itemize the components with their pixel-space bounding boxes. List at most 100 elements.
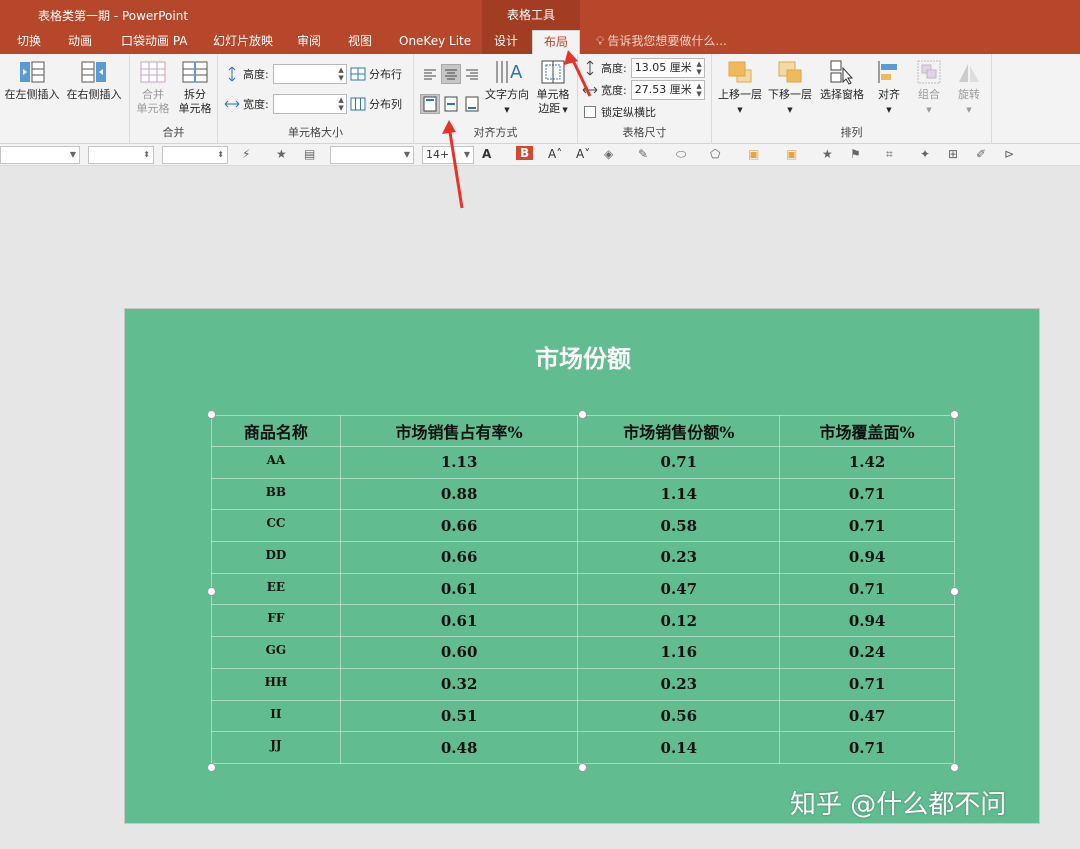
resize-handle-bottom-left[interactable]	[207, 763, 216, 772]
table-cell[interactable]: 0.71	[779, 572, 955, 606]
product-name-cell[interactable]: AA	[211, 446, 341, 479]
size-spinner-1[interactable]: ⬍	[88, 146, 154, 164]
resize-handle-left[interactable]	[207, 587, 216, 596]
format-painter-icon[interactable]: ⚑	[850, 147, 861, 161]
size-spinner-2[interactable]: ⬍	[162, 146, 228, 164]
table-row[interactable]: AA 1.13 0.71 1.42	[211, 446, 955, 479]
product-name-cell[interactable]: DD	[211, 541, 341, 574]
table-cell[interactable]: 1.42	[779, 446, 955, 479]
tab-design[interactable]: 设计	[494, 30, 518, 54]
resize-handle-bottom-right[interactable]	[950, 763, 959, 772]
fill-color-icon[interactable]: ◈	[604, 147, 613, 161]
table-cell[interactable]: 0.12	[577, 604, 781, 638]
bring-forward-mini-icon[interactable]: ▣	[748, 147, 759, 161]
table-cell[interactable]: 0.60	[339, 636, 579, 669]
resize-handle-bottom[interactable]	[578, 763, 587, 772]
camera-icon[interactable]: ⊳	[1004, 147, 1014, 161]
table-cell[interactable]: 1.13	[339, 446, 579, 479]
table-cell[interactable]: 0.66	[339, 509, 579, 543]
increase-font-icon[interactable]: A˄	[548, 147, 562, 161]
align-left-button[interactable]	[420, 64, 440, 84]
table-cell[interactable]: 0.66	[339, 541, 579, 574]
table-row[interactable]: CC 0.66 0.58 0.71	[211, 509, 955, 543]
slide-title[interactable]: 市场份额	[125, 339, 1041, 374]
style-dropdown[interactable]: ▼	[0, 146, 80, 164]
table-cell[interactable]: 0.94	[779, 604, 955, 638]
resize-handle-right[interactable]	[950, 587, 959, 596]
bring-forward-button[interactable]: 上移一层 ▼	[716, 58, 764, 117]
table-cell[interactable]: 0.56	[577, 699, 781, 733]
table-cell[interactable]: 0.94	[779, 541, 955, 574]
rotate-button[interactable]: 旋转 ▼	[950, 58, 988, 117]
tab-transitions[interactable]: 切换	[17, 30, 41, 54]
animation-icon[interactable]: ✦	[920, 147, 930, 161]
align-center-button[interactable]	[441, 64, 461, 84]
spinner-arrows-icon[interactable]: ▲ ▼	[338, 66, 343, 82]
spinner-arrows-icon[interactable]: ▲ ▼	[338, 96, 343, 112]
tab-animations[interactable]: 动画	[68, 30, 92, 54]
table-cell[interactable]: 1.14	[577, 477, 781, 511]
table-cell[interactable]: 0.14	[577, 731, 781, 764]
table-row[interactable]: JJ 0.48 0.14 0.71	[211, 731, 955, 764]
align-top-button[interactable]	[420, 94, 440, 114]
distribute-columns-button[interactable]: 分布列	[350, 96, 402, 112]
decrease-font-icon[interactable]: A˅	[576, 147, 590, 161]
font-color-icon[interactable]: A	[482, 147, 491, 161]
tab-onekey-lite[interactable]: OneKey Lite	[399, 30, 471, 54]
lock-aspect-ratio-checkbox[interactable]	[584, 106, 596, 118]
tab-slideshow[interactable]: 幻灯片放映	[213, 30, 273, 54]
table-cell[interactable]: 0.71	[577, 446, 781, 479]
tab-review[interactable]: 审阅	[297, 30, 321, 54]
header-cell[interactable]: 市场销售占有率%	[339, 415, 579, 447]
cell-margins-button[interactable]: 单元格 边距 ▼	[532, 58, 574, 117]
slide[interactable]: 市场份额 商品名称 市场销售占有率% 市场销售份额% 市场覆盖面% AA 1.1…	[124, 308, 1040, 824]
table-header-row[interactable]: 商品名称 市场销售占有率% 市场销售份额% 市场覆盖面%	[211, 415, 955, 447]
table-cell[interactable]: 0.71	[779, 667, 955, 701]
table-cell[interactable]: 0.47	[577, 572, 781, 606]
table-cell[interactable]: 0.24	[779, 636, 955, 669]
table-row[interactable]: BB 0.88 1.14 0.71	[211, 477, 955, 511]
align-middle-button[interactable]	[441, 94, 461, 114]
shape-effects-icon[interactable]: ⬭	[676, 147, 686, 162]
table-cell[interactable]: 0.23	[577, 541, 781, 574]
table-cell[interactable]: 0.71	[779, 731, 955, 764]
table-cell[interactable]: 0.88	[339, 477, 579, 511]
table-cell[interactable]: 0.51	[339, 699, 579, 733]
market-share-table[interactable]: 商品名称 市场销售占有率% 市场销售份额% 市场覆盖面% AA 1.13 0.7…	[211, 415, 955, 764]
resize-handle-top-left[interactable]	[207, 410, 216, 419]
star-icon[interactable]: ★	[276, 147, 287, 161]
header-cell[interactable]: 市场覆盖面%	[779, 415, 955, 447]
insert-right-button[interactable]: 在右侧插入	[64, 58, 124, 102]
table-width-input[interactable]: 27.53 厘米 ▲ ▼	[630, 80, 705, 100]
tell-me-search[interactable]: 💡︎ 告诉我您想要做什么...	[596, 30, 727, 54]
send-backward-button[interactable]: 下移一层 ▼	[766, 58, 814, 117]
table-cell[interactable]: 0.71	[779, 477, 955, 511]
shape-icon[interactable]: ⬠	[710, 147, 720, 161]
tab-view[interactable]: 视图	[348, 30, 372, 54]
spinner-arrows-icon[interactable]: ▲ ▼	[696, 82, 701, 98]
product-name-cell[interactable]: HH	[211, 667, 341, 701]
table-cell[interactable]: 0.58	[577, 509, 781, 543]
table-cell[interactable]: 0.47	[779, 699, 955, 733]
table-row[interactable]: FF 0.61 0.12 0.94	[211, 604, 955, 638]
table-cell[interactable]: 0.61	[339, 572, 579, 606]
cell-height-input[interactable]: ▲ ▼	[272, 64, 347, 84]
send-backward-mini-icon[interactable]: ▣	[786, 147, 797, 161]
split-cells-button[interactable]: 拆分 单元格	[176, 58, 214, 116]
product-name-cell[interactable]: FF	[211, 604, 341, 638]
header-cell[interactable]: 市场销售份额%	[577, 415, 781, 447]
product-name-cell[interactable]: BB	[211, 477, 341, 511]
line-color-icon[interactable]: ✎	[638, 147, 648, 161]
table-cell[interactable]: 0.23	[577, 667, 781, 701]
align-bottom-button[interactable]	[462, 94, 482, 114]
resize-handle-top-right[interactable]	[950, 410, 959, 419]
header-cell[interactable]: 商品名称	[211, 415, 341, 447]
table-cell[interactable]: 0.32	[339, 667, 579, 701]
table-row[interactable]: DD 0.66 0.23 0.94	[211, 541, 955, 574]
table-cell[interactable]: 0.71	[779, 509, 955, 543]
selection-mini-icon[interactable]: ⊞	[948, 147, 958, 161]
brush-icon[interactable]: ✐	[976, 147, 986, 161]
align-objects-button[interactable]: 对齐 ▼	[870, 58, 908, 117]
table-row[interactable]: HH 0.32 0.23 0.71	[211, 667, 955, 701]
product-name-cell[interactable]: JJ	[211, 731, 341, 764]
